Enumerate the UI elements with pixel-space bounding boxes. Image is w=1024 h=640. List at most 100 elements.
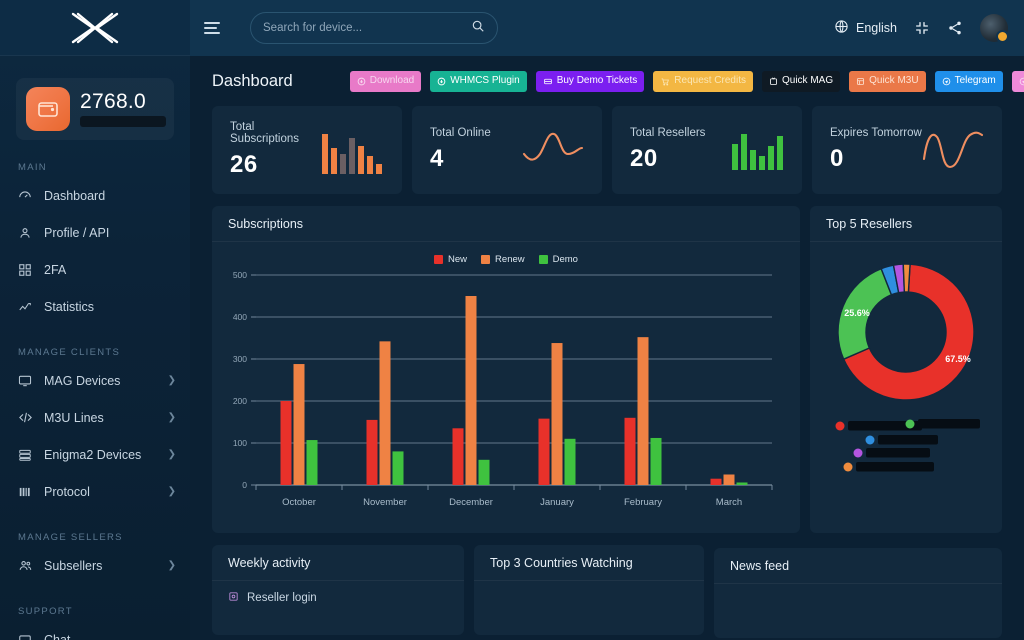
download-button[interactable]: Download xyxy=(349,70,422,92)
brand-logo[interactable] xyxy=(0,0,190,56)
sidebar-item-mag-devices[interactable]: MAG Devices ❯ xyxy=(0,362,190,399)
avatar[interactable] xyxy=(980,14,1009,43)
legend-label: Demo xyxy=(552,254,578,265)
whmcs-plugin-button[interactable]: WHMCS Plugin xyxy=(430,70,527,92)
chat-icon xyxy=(18,633,36,640)
sidebar-nav: MAIN Dashboard Profile / API 2FA Statist… xyxy=(0,162,190,640)
svg-text:February: February xyxy=(624,497,662,508)
sidebar-item-chat[interactable]: Chat xyxy=(0,621,190,640)
bottom-row: Weekly activity Reseller login Top 3 Cou… xyxy=(202,533,1012,638)
sidebar-item-label: M3U Lines xyxy=(44,410,104,425)
subscriptions-bar-chart[interactable]: 0 100 200 300 400 500 October November December J… xyxy=(212,267,794,517)
chevron-right-icon: ❯ xyxy=(167,412,176,423)
stat-cards: Total Subscriptions 26 Total Online 4 To… xyxy=(202,106,1012,194)
main-area: English Dashboard Download xyxy=(190,0,1024,640)
sidebar-item-label: Subsellers xyxy=(44,558,103,573)
hamburger-icon[interactable] xyxy=(204,17,226,39)
sidebar-item-dashboard[interactable]: Dashboard xyxy=(0,177,190,214)
quick-mag-button[interactable]: Quick MAG xyxy=(761,70,841,92)
dashboard-icon xyxy=(18,189,36,203)
stat-card-total-resellers[interactable]: Total Resellers 20 xyxy=(612,106,802,194)
sidebar-item-enigma2-devices[interactable]: Enigma2 Devices ❯ xyxy=(0,436,190,473)
stat-card-total-online[interactable]: Total Online 4 xyxy=(412,106,602,194)
panel-title: Weekly activity xyxy=(212,545,464,581)
sidebar-item-subsellers[interactable]: Subsellers ❯ xyxy=(0,547,190,584)
topbar-right: English xyxy=(834,14,1009,43)
stat-label: Total Subscriptions xyxy=(230,121,300,145)
nav-section-support: SUPPORT xyxy=(18,606,73,617)
download-icon xyxy=(437,77,446,85)
chart-line-icon xyxy=(18,300,36,314)
wallet-icon xyxy=(26,87,70,131)
weekly-activity-item[interactable]: Reseller login xyxy=(212,581,464,605)
user-icon xyxy=(18,226,36,240)
search-input[interactable] xyxy=(263,22,471,34)
stat-card-expires-tomorrow[interactable]: Expires Tomorrow 0 xyxy=(812,106,1002,194)
top-countries-panel: Top 3 Countries Watching xyxy=(474,545,704,635)
stat-label: Total Online xyxy=(430,127,491,139)
cart-icon xyxy=(661,77,670,85)
quick-m3u-button[interactable]: Quick M3U xyxy=(849,70,926,92)
legend-swatch xyxy=(434,255,444,264)
topbar: English xyxy=(190,0,1024,56)
code-icon xyxy=(18,410,36,425)
wallet-subtext-redacted xyxy=(80,115,166,127)
buy-demo-tickets-button[interactable]: Buy Demo Tickets xyxy=(535,70,645,92)
resellers-donut-chart[interactable]: 67.5% 25.6% xyxy=(810,242,1002,472)
button-label: WHMCS Plugin xyxy=(450,75,520,86)
language-selector[interactable]: English xyxy=(834,19,897,37)
legend-item-demo[interactable]: Demo xyxy=(538,254,578,265)
button-label: Download xyxy=(369,75,415,86)
wallet-card[interactable]: 2768.0 xyxy=(16,78,174,140)
share-icon[interactable] xyxy=(947,20,963,36)
sidebar-item-protocol[interactable]: Protocol ❯ xyxy=(0,473,190,510)
button-label: Telegram xyxy=(954,75,996,86)
collapse-icon[interactable] xyxy=(914,20,930,36)
news-feed-panel: News feed xyxy=(714,548,1002,638)
x-logo xyxy=(71,12,119,43)
page-header: Dashboard Download WHMCS Plugin Buy Demo… xyxy=(202,56,1024,106)
telegram-events-button[interactable]: Telegram Events xyxy=(1011,70,1024,92)
request-credits-button[interactable]: Request Credits xyxy=(653,70,753,92)
chevron-right-icon: ❯ xyxy=(167,486,176,497)
language-label: English xyxy=(856,21,897,35)
search-box[interactable] xyxy=(250,12,498,44)
svg-text:October: October xyxy=(282,497,316,508)
panel-title: Top 3 Countries Watching xyxy=(474,545,704,581)
nav-section-main: MAIN xyxy=(18,162,47,173)
sidebar-item-label: Profile / API xyxy=(44,225,110,240)
tv-icon xyxy=(770,76,777,85)
legend-item-new[interactable]: New xyxy=(434,254,467,265)
sidebar-item-m3u-lines[interactable]: M3U Lines ❯ xyxy=(0,399,190,436)
stat-text: Total Subscriptions 26 xyxy=(230,121,322,179)
svg-text:25.6%: 25.6% xyxy=(844,308,870,318)
stat-text: Expires Tomorrow 0 xyxy=(830,127,922,173)
stat-value: 20 xyxy=(630,145,658,172)
telegram-button[interactable]: Telegram xyxy=(934,70,1003,92)
sidebar-item-label: MAG Devices xyxy=(44,373,121,388)
search-icon[interactable] xyxy=(471,19,485,38)
button-label: Quick MAG xyxy=(781,75,834,86)
weekly-activity-label: Reseller login xyxy=(247,592,317,604)
stat-card-total-subscriptions[interactable]: Total Subscriptions 26 xyxy=(212,106,402,194)
telegram-icon xyxy=(1019,77,1024,85)
sidebar-item-statistics[interactable]: Statistics xyxy=(0,288,190,325)
svg-text:0: 0 xyxy=(242,480,247,490)
sidebar-item-label: 2FA xyxy=(44,262,67,277)
legend-item-renew[interactable]: Renew xyxy=(481,254,525,265)
subscriptions-chart-body: New Renew Demo 0 100 200 300 400 500 Oct… xyxy=(212,242,800,522)
sidebar-item-profile-api[interactable]: Profile / API xyxy=(0,214,190,251)
content: Dashboard Download WHMCS Plugin Buy Demo… xyxy=(190,56,1024,638)
users-icon xyxy=(18,558,36,573)
nav-section-manage-clients: MANAGE CLIENTS xyxy=(18,347,121,358)
globe-icon xyxy=(834,19,849,37)
stat-label: Total Resellers xyxy=(630,127,706,139)
stat-value: 26 xyxy=(230,151,258,178)
svg-text:500: 500 xyxy=(233,270,247,280)
monitor-icon xyxy=(18,374,36,388)
sidebar-item-label: Chat xyxy=(44,632,71,640)
mid-row: Subscriptions New Renew Demo 0 100 200 3… xyxy=(202,194,1012,533)
legend-label: New xyxy=(448,254,468,265)
sparkline-wave xyxy=(922,127,984,173)
sidebar-item-2fa[interactable]: 2FA xyxy=(0,251,190,288)
